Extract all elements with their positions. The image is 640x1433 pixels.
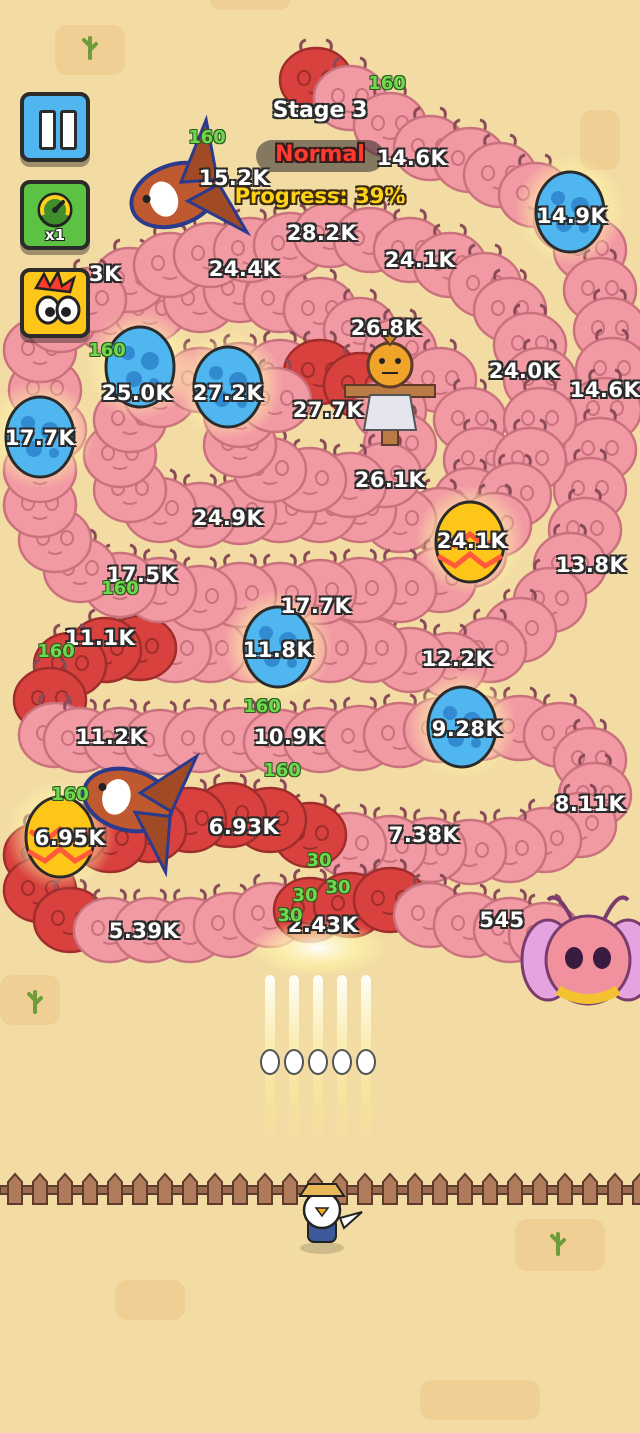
game-canvas[interactable]: x1 Stage 3 Normal Progress: 39% 14.6K 15.… bbox=[0, 0, 640, 1433]
fence-post bbox=[7, 1172, 23, 1205]
damage-number: 12.2K bbox=[421, 647, 493, 671]
damage-number: 26.1K bbox=[354, 468, 426, 492]
damage-number: 27.7K bbox=[292, 398, 364, 422]
score-popup: 30 bbox=[292, 885, 318, 906]
damage-number: 28.2K bbox=[286, 221, 358, 245]
score-popup: 160 bbox=[101, 578, 139, 599]
fence-post bbox=[132, 1172, 148, 1205]
damage-number: 26.8K bbox=[350, 316, 422, 340]
damage-number: 545 bbox=[479, 908, 525, 932]
fence-post bbox=[482, 1172, 498, 1205]
pause-icon-bar bbox=[60, 110, 77, 150]
fence-post bbox=[407, 1172, 423, 1205]
damage-number: 13.8K bbox=[555, 553, 627, 577]
damage-number: 24.4K bbox=[208, 257, 280, 281]
score-popup: 160 bbox=[243, 696, 281, 717]
damage-number: 24.0K bbox=[488, 359, 560, 383]
fence-post bbox=[207, 1172, 223, 1205]
egg-bullet bbox=[284, 1049, 304, 1075]
speed-label: x1 bbox=[44, 226, 66, 244]
damage-number: 7.38K bbox=[388, 823, 460, 847]
damage-number: 6.93K bbox=[208, 815, 280, 839]
ground-patch bbox=[0, 975, 60, 1025]
fence-post bbox=[432, 1172, 448, 1205]
fence-post bbox=[282, 1172, 298, 1205]
fence-post bbox=[507, 1172, 523, 1205]
fence-post bbox=[182, 1172, 198, 1205]
damage-number: 24.1K bbox=[384, 248, 456, 272]
score-popup: 160 bbox=[37, 641, 75, 662]
damage-number: 15.2K bbox=[198, 166, 270, 190]
fence-post bbox=[357, 1172, 373, 1205]
fence-post bbox=[57, 1172, 73, 1205]
pause-icon bbox=[39, 110, 56, 150]
damage-number: 25.0K bbox=[101, 381, 173, 405]
score-popup: 30 bbox=[277, 905, 303, 926]
egg-bullet bbox=[308, 1049, 328, 1075]
egg-bullet bbox=[332, 1049, 352, 1075]
damage-number: 5.39K bbox=[108, 919, 180, 943]
damage-number: 17.7K bbox=[280, 594, 352, 618]
ground-patch bbox=[420, 1380, 540, 1420]
ground-patch bbox=[210, 0, 290, 10]
damage-number: 10.9K bbox=[253, 725, 325, 749]
boost-button[interactable] bbox=[20, 268, 90, 338]
fence-post bbox=[107, 1172, 123, 1205]
angry-bird-icon bbox=[33, 272, 81, 325]
fence-post bbox=[607, 1172, 623, 1205]
stage-title: Stage 3 bbox=[272, 98, 368, 123]
egg-bullet bbox=[260, 1049, 280, 1075]
damage-number: 24.1K bbox=[436, 529, 508, 553]
fence-post bbox=[457, 1172, 473, 1205]
damage-number: 14.6K bbox=[376, 146, 448, 170]
damage-number: 11.2K bbox=[75, 725, 147, 749]
difficulty-label: Normal bbox=[275, 142, 365, 167]
fence-post bbox=[232, 1172, 248, 1205]
score-popup: 30 bbox=[325, 877, 351, 898]
score-popup: 160 bbox=[188, 127, 226, 148]
fence-post bbox=[557, 1172, 573, 1205]
fence-post bbox=[632, 1172, 640, 1205]
damage-number: 17.7K bbox=[4, 426, 76, 450]
score-popup: 160 bbox=[263, 760, 301, 781]
damage-number: 9.28K bbox=[431, 717, 503, 741]
score-popup: 30 bbox=[306, 850, 332, 871]
damage-number: 14.9K bbox=[536, 204, 608, 228]
damage-number: 24.9K bbox=[192, 506, 264, 530]
egg-bullet bbox=[356, 1049, 376, 1075]
pause-button[interactable] bbox=[20, 92, 90, 162]
damage-number: 6.95K bbox=[34, 826, 106, 850]
fence-post bbox=[382, 1172, 398, 1205]
ground-patch bbox=[115, 1280, 185, 1320]
fence-post bbox=[582, 1172, 598, 1205]
speed-button[interactable]: x1 bbox=[20, 180, 90, 250]
damage-number: 8.11K bbox=[554, 792, 626, 816]
damage-number: 11.8K bbox=[242, 638, 314, 662]
fence-post bbox=[32, 1172, 48, 1205]
damage-number: 3K bbox=[89, 262, 121, 286]
damage-number: 27.2K bbox=[192, 381, 264, 405]
fence-post bbox=[157, 1172, 173, 1205]
damage-number: 11.1K bbox=[64, 626, 136, 650]
score-popup: 160 bbox=[51, 784, 89, 805]
fence-post bbox=[82, 1172, 98, 1205]
fence-post bbox=[532, 1172, 548, 1205]
damage-number: 14.6K bbox=[569, 378, 640, 402]
fence-post bbox=[257, 1172, 273, 1205]
score-popup: 160 bbox=[368, 73, 406, 94]
score-popup: 160 bbox=[88, 340, 126, 361]
